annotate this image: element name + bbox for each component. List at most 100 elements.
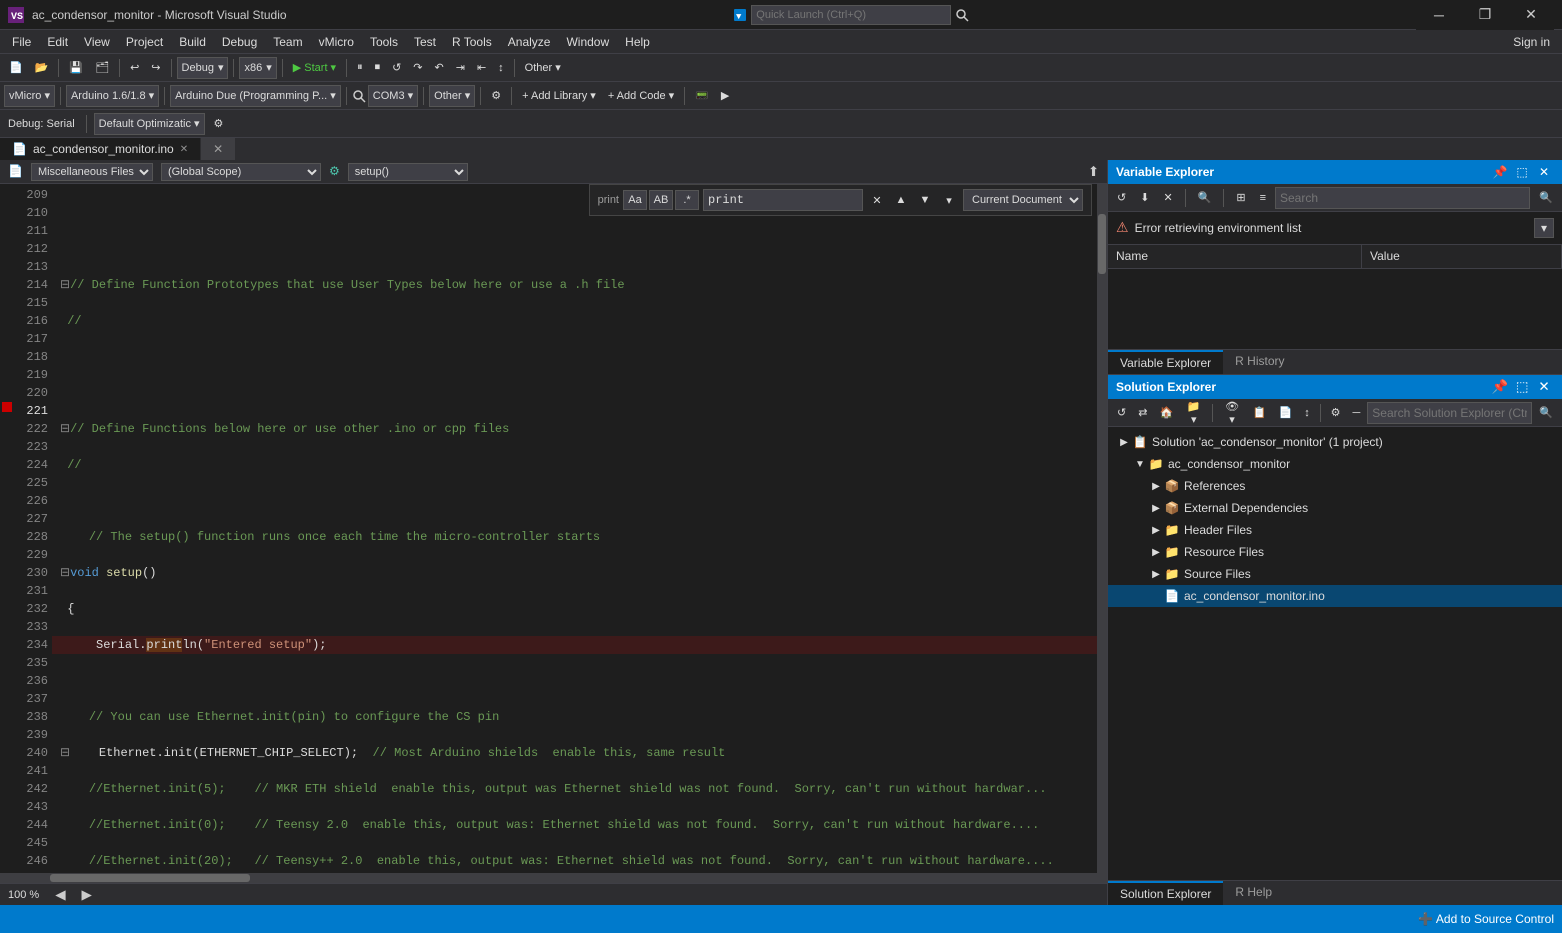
tree-references-item[interactable]: ▶ 📦 References — [1108, 475, 1562, 497]
menu-project[interactable]: Project — [118, 30, 171, 54]
settings-btn-t2[interactable]: ⚙ — [486, 85, 506, 107]
find-prev-btn[interactable]: ▲ — [891, 190, 911, 210]
play-btn[interactable]: ▶ — [716, 85, 734, 107]
tree-project-item[interactable]: ▼ 📁 ac_condensor_monitor — [1108, 453, 1562, 475]
tab-main-file[interactable]: 📄 ac_condensor_monitor.ino ✕ — [0, 138, 201, 160]
tab-var-explorer[interactable]: Variable Explorer — [1108, 350, 1223, 374]
scroll-left-btn[interactable]: ◀ — [55, 887, 65, 903]
board-dropdown[interactable]: Arduino Due (Programming P... ▾ — [170, 85, 341, 107]
undo-btn[interactable]: ↩ — [125, 57, 144, 79]
save-all-btn[interactable]: 🗂 — [90, 57, 114, 79]
var-list-btn[interactable]: ≡ — [1255, 187, 1271, 209]
tree-external-deps-item[interactable]: ▶ 📦 External Dependencies — [1108, 497, 1562, 519]
find-expand-btn[interactable]: ▾ — [939, 190, 959, 210]
menu-debug[interactable]: Debug — [214, 30, 265, 54]
open-btn[interactable]: 📂 — [30, 57, 54, 79]
tab-r-history[interactable]: R History — [1223, 350, 1296, 374]
tree-ino-file-item[interactable]: 📄 ac_condensor_monitor.ino — [1108, 585, 1562, 607]
sol-new-folder-btn[interactable]: 📁▾ — [1180, 402, 1207, 424]
sol-search-go-btn[interactable]: 🔍 — [1534, 402, 1558, 424]
tree-solution-item[interactable]: ▶ 📋 Solution 'ac_condensor_monitor' (1 p… — [1108, 431, 1562, 453]
monitor-btn[interactable]: 📟 — [690, 85, 714, 107]
add-library-btn[interactable]: + Add Library ▾ — [517, 85, 601, 107]
tree-resource-files-item[interactable]: ▶ 📁 Resource Files — [1108, 541, 1562, 563]
other-t2-dropdown[interactable]: Other ▾ — [429, 85, 475, 107]
sol-home-btn[interactable]: 🏠 — [1154, 402, 1178, 424]
find-input[interactable] — [703, 189, 863, 211]
sol-copy-btn[interactable]: 📋 — [1248, 402, 1272, 424]
sol-refresh-btn[interactable]: ↺ — [1112, 402, 1131, 424]
zoom-level[interactable]: 100 % — [8, 889, 39, 901]
sol-minus-btn[interactable]: ─ — [1347, 402, 1365, 424]
var-float-btn[interactable]: ⬚ — [1512, 162, 1532, 182]
restore-button[interactable]: ❐ — [1462, 0, 1508, 30]
misc-files-select[interactable]: Miscellaneous Files — [31, 163, 153, 181]
redo-btn[interactable]: ↪ — [146, 57, 165, 79]
sign-in-link[interactable]: Sign in — [1505, 33, 1558, 51]
var-delete-btn[interactable]: ✕ — [1158, 187, 1177, 209]
scrollbar-thumb[interactable] — [1098, 214, 1106, 274]
tab-solution-explorer[interactable]: Solution Explorer — [1108, 881, 1223, 905]
menu-help[interactable]: Help — [617, 30, 658, 54]
menu-build[interactable]: Build — [171, 30, 214, 54]
sol-preview-btn[interactable]: 👁▾ — [1218, 402, 1246, 424]
debug-settings-btn[interactable]: ⚙ — [209, 113, 229, 135]
regex-btn[interactable]: .* — [675, 190, 699, 210]
port-dropdown[interactable]: COM3 ▾ — [368, 85, 418, 107]
var-search-btn[interactable]: 🔍 — [1193, 187, 1217, 209]
menu-team[interactable]: Team — [265, 30, 310, 54]
tree-header-files-item[interactable]: ▶ 📁 Header Files — [1108, 519, 1562, 541]
tb-btn-7[interactable]: ⇤ — [472, 57, 491, 79]
menu-test[interactable]: Test — [406, 30, 444, 54]
var-close-btn[interactable]: ✕ — [1534, 162, 1554, 182]
status-add-source-control[interactable]: ➕ Add to Source Control — [1418, 912, 1554, 926]
tb-btn-3[interactable]: ↺ — [387, 57, 406, 79]
menu-view[interactable]: View — [76, 30, 118, 54]
menu-window[interactable]: Window — [558, 30, 617, 54]
sol-close-btn[interactable]: ✕ — [1534, 377, 1554, 397]
h-scrollbar-thumb[interactable] — [50, 874, 250, 882]
solution-tree[interactable]: ▶ 📋 Solution 'ac_condensor_monitor' (1 p… — [1108, 427, 1562, 880]
sol-float-btn[interactable]: ⬚ — [1512, 377, 1532, 397]
menu-edit[interactable]: Edit — [39, 30, 76, 54]
whole-word-btn[interactable]: AB — [649, 190, 673, 210]
tab-close-btn[interactable]: ✕ — [180, 144, 188, 155]
error-dropdown-btn[interactable]: ▾ — [1534, 218, 1554, 238]
code-content[interactable]: ​ ​ ⊟// Define Function Prototypes that … — [52, 184, 1097, 873]
var-search-go-btn[interactable]: 🔍 — [1534, 187, 1558, 209]
sol-pin-btn[interactable]: 📌 — [1490, 377, 1510, 397]
menu-tools[interactable]: Tools — [362, 30, 406, 54]
add-code-btn[interactable]: + Add Code ▾ — [603, 85, 679, 107]
start-btn[interactable]: ▶ Start ▾ — [288, 57, 341, 79]
var-refresh-btn[interactable]: ↺ — [1112, 187, 1131, 209]
sol-properties-btn[interactable]: ⚙ — [1326, 402, 1346, 424]
vmicro-dropdown[interactable]: vMicro ▾ — [4, 85, 55, 107]
menu-vmicro[interactable]: vMicro — [311, 30, 362, 54]
minimize-button[interactable]: ─ — [1416, 0, 1462, 30]
function-select[interactable]: setup() — [348, 163, 468, 181]
optimization-dropdown[interactable]: Default Optimizatic ▾ — [94, 113, 205, 135]
save-btn[interactable]: 💾 — [64, 57, 88, 79]
var-grid-btn[interactable]: ⊞ — [1231, 187, 1250, 209]
scope-select[interactable]: (Global Scope) — [161, 163, 321, 181]
tb-btn-6[interactable]: ⇥ — [451, 57, 470, 79]
menu-rtools[interactable]: R Tools — [444, 30, 500, 54]
tb-btn-4[interactable]: ↷ — [408, 57, 427, 79]
find-scope-select[interactable]: Current Document — [963, 189, 1083, 211]
sol-paste-btn[interactable]: 📄 — [1274, 402, 1298, 424]
tb-btn-1[interactable]: ⏸ — [352, 57, 368, 79]
var-import-btn[interactable]: ⬇ — [1135, 187, 1154, 209]
tb-btn-2[interactable]: ⏹ — [370, 57, 386, 79]
editor-scrollbar-v[interactable] — [1097, 184, 1107, 873]
other-btn[interactable]: Other ▾ — [520, 57, 566, 79]
tree-source-files-item[interactable]: ▶ 📁 Source Files — [1108, 563, 1562, 585]
close-button[interactable]: ✕ — [1508, 0, 1554, 30]
match-case-btn[interactable]: Aa — [623, 190, 647, 210]
tb-btn-8[interactable]: ↕ — [493, 57, 509, 79]
new-project-btn[interactable]: 📄 — [4, 57, 28, 79]
tab-extra[interactable]: ✕ — [201, 138, 236, 160]
arduino-version-dropdown[interactable]: Arduino 1.6/1.8 ▾ — [66, 85, 159, 107]
sol-sync-btn[interactable]: ⇄ — [1133, 402, 1152, 424]
tb-btn-5[interactable]: ↶ — [430, 57, 449, 79]
var-pin-btn[interactable]: 📌 — [1490, 162, 1510, 182]
